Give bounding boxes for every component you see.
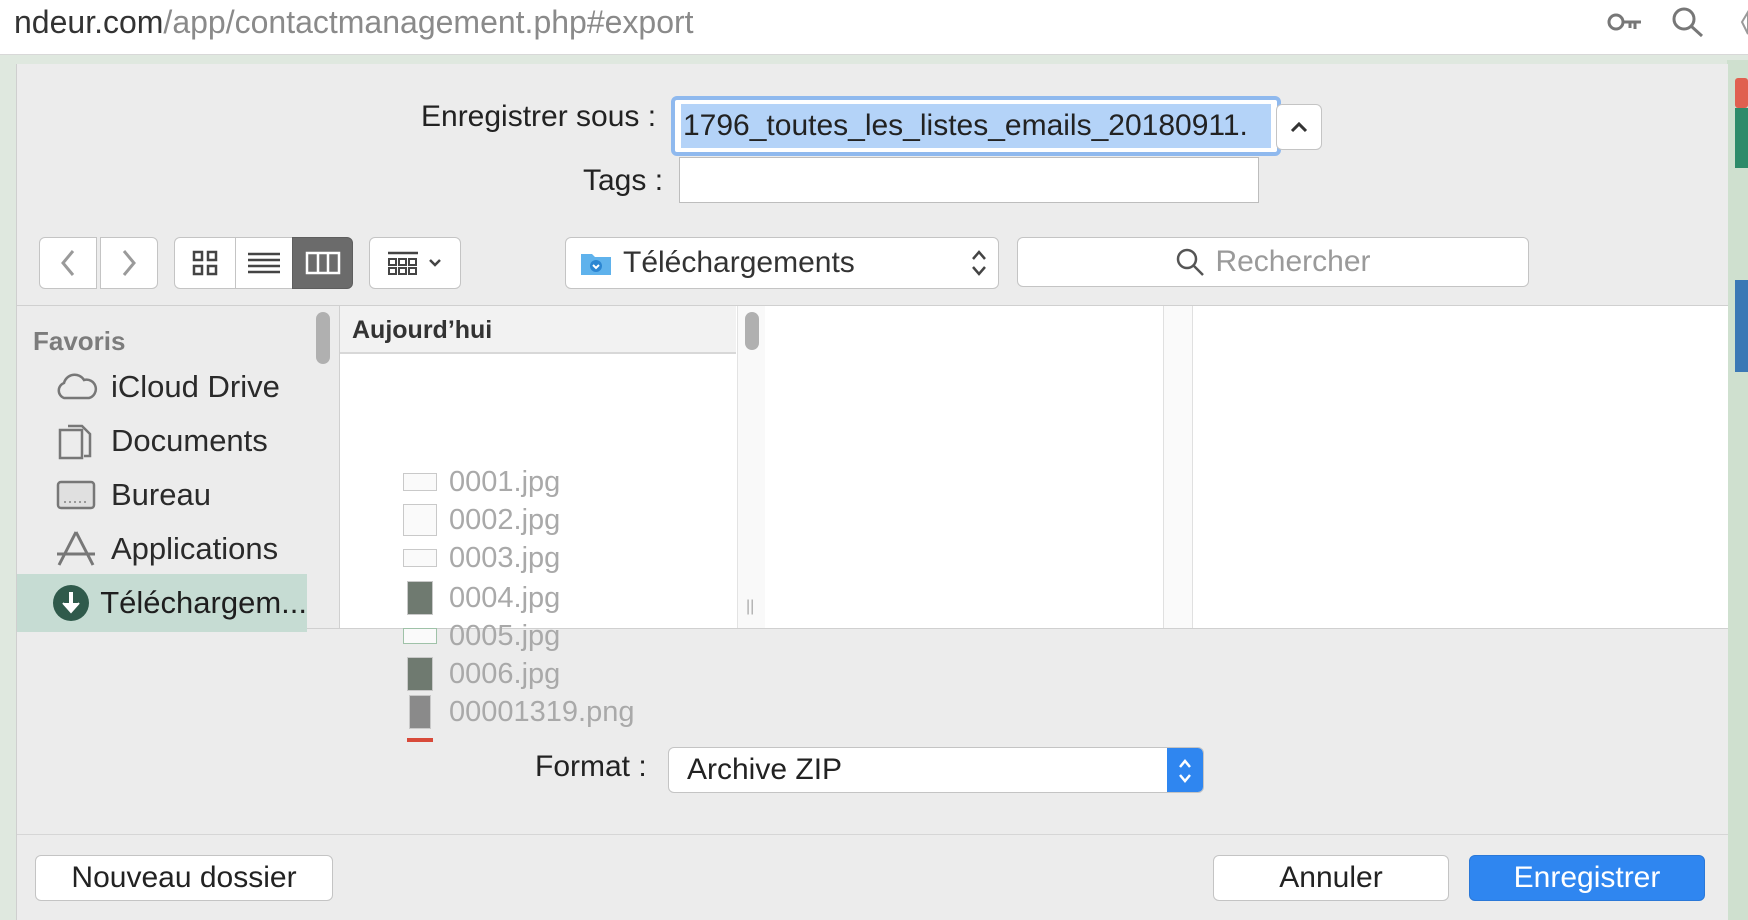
format-popup-stepper — [1167, 748, 1203, 792]
file-name: 00001319.png — [449, 695, 635, 728]
filename-field[interactable]: 1796_toutes_les_listes_emails_20180911. — [671, 96, 1281, 156]
file-name: 0006.jpg — [449, 657, 561, 690]
file-name: 0004.jpg — [449, 581, 561, 614]
save-label: Enregistrer — [1513, 861, 1661, 894]
list-item[interactable]: 0006.jpg — [403, 654, 560, 694]
new-folder-button[interactable]: Nouveau dossier — [35, 855, 333, 901]
column-header: Aujourd’hui — [340, 306, 736, 354]
footer-divider — [17, 834, 1728, 835]
url-domain: ndeur.com — [14, 4, 164, 40]
up-down-arrows-icon — [972, 250, 986, 276]
image-thumbnail-icon — [403, 504, 437, 536]
list-item[interactable]: 00001319.png — [403, 692, 634, 732]
url-path: /app/contactmanagement.php#export — [163, 4, 694, 40]
sidebar-item-label: Bureau — [111, 477, 211, 512]
sidebar: Favoris iCloud Drive Documents Bureau Ap… — [17, 306, 340, 632]
file-column-scrollbar-track[interactable]: || — [737, 306, 766, 628]
group-icon — [388, 251, 418, 275]
tags-label: Tags : — [583, 164, 664, 197]
search-placeholder: Rechercher — [1215, 245, 1371, 278]
sidebar-item-label: iCloud Drive — [111, 369, 280, 404]
chevron-up-icon — [1290, 121, 1308, 133]
list-item[interactable]: 0001.jpg — [403, 462, 560, 502]
cancel-button[interactable]: Annuler — [1213, 855, 1449, 901]
chevron-left-icon — [61, 250, 75, 276]
format-label: Format : — [535, 750, 647, 783]
browser-toolbar: ndeur.com/app/contactmanagement.php#expo… — [0, 0, 1748, 55]
filename-value: 1796_toutes_les_listes_emails_20180911. — [683, 109, 1248, 142]
image-thumbnail-icon — [407, 581, 433, 615]
column-gutter — [1164, 306, 1193, 628]
grid-icon — [192, 250, 218, 276]
column-resize-handle[interactable]: || — [746, 598, 754, 616]
image-thumbnail-icon — [407, 657, 433, 691]
format-popup[interactable]: Archive ZIP — [668, 747, 1204, 793]
sidebar-scrollbar[interactable] — [316, 312, 330, 364]
partial-file-icon — [407, 738, 433, 742]
empty-column-2 — [765, 306, 1164, 628]
sidebar-item-label: Téléchargem... — [100, 585, 307, 620]
column-view-button[interactable] — [292, 237, 353, 289]
sidebar-item-label: Documents — [111, 423, 268, 458]
list-item[interactable]: 0003.jpg — [403, 538, 560, 578]
empty-column-3 — [1193, 306, 1728, 628]
sidebar-item-label: Applications — [111, 531, 279, 566]
search-field[interactable]: Rechercher — [1017, 237, 1529, 287]
list-view-button[interactable] — [235, 237, 293, 289]
downloads-folder-icon — [581, 254, 611, 275]
key-icon[interactable] — [1607, 10, 1643, 39]
tags-field[interactable] — [679, 157, 1259, 203]
list-item[interactable]: 0004.jpg — [403, 578, 560, 618]
file-name: 0003.jpg — [449, 541, 561, 574]
save-as-label: Enregistrer sous : — [421, 100, 657, 133]
new-folder-label: Nouveau dossier — [71, 861, 297, 894]
page-background-edge — [1727, 60, 1748, 920]
sidebar-item-icloud[interactable]: iCloud Drive — [17, 358, 340, 416]
sidebar-item-documents[interactable]: Documents — [17, 412, 340, 470]
forward-button[interactable] — [100, 237, 158, 289]
image-thumbnail-icon — [409, 695, 431, 729]
location-popup[interactable]: Téléchargements — [565, 237, 999, 289]
collapse-dialog-button[interactable] — [1276, 104, 1322, 150]
file-column-scrollbar[interactable] — [745, 312, 759, 350]
column-header-label: Aujourd’hui — [352, 316, 493, 344]
back-button[interactable] — [39, 237, 97, 289]
format-value: Archive ZIP — [687, 753, 843, 786]
up-down-arrows-icon — [1179, 759, 1191, 783]
sidebar-item-desktop[interactable]: Bureau — [17, 466, 340, 524]
cancel-label: Annuler — [1279, 861, 1383, 894]
search-icon — [1177, 248, 1205, 276]
icon-view-button[interactable] — [174, 237, 236, 289]
documents-icon — [41, 422, 111, 460]
browser-area: Favoris iCloud Drive Documents Bureau Ap… — [17, 305, 1728, 632]
list-item[interactable]: 0002.jpg — [403, 500, 560, 540]
image-thumbnail-icon — [403, 549, 437, 567]
file-name: 0005.jpg — [449, 619, 561, 652]
file-name: 0002.jpg — [449, 503, 561, 536]
chevron-down-icon — [429, 259, 441, 267]
sidebar-section-title: Favoris — [33, 326, 126, 356]
location-label: Téléchargements — [623, 246, 855, 279]
magnifier-icon[interactable] — [1671, 6, 1705, 43]
cloud-icon — [41, 372, 111, 402]
sidebar-item-applications[interactable]: Applications — [17, 520, 340, 578]
list-item[interactable]: 0005.jpg — [403, 616, 560, 656]
file-name: 0001.jpg — [449, 465, 561, 498]
image-thumbnail-icon — [403, 473, 437, 491]
list-icon — [248, 252, 280, 274]
chevron-right-icon — [122, 250, 136, 276]
desktop-icon — [41, 479, 111, 511]
image-thumbnail-icon — [403, 628, 437, 644]
save-button[interactable]: Enregistrer — [1469, 855, 1705, 901]
downloads-icon — [41, 583, 100, 623]
save-dialog: Enregistrer sous : 1796_toutes_les_liste… — [16, 64, 1728, 920]
address-bar[interactable]: ndeur.com/app/contactmanagement.php#expo… — [14, 4, 694, 41]
bookmark-star-icon[interactable] — [1732, 8, 1748, 43]
applications-icon — [41, 530, 111, 568]
sidebar-item-downloads[interactable]: Téléchargem... — [17, 574, 307, 632]
columns-icon — [305, 251, 340, 275]
group-by-button[interactable] — [369, 237, 461, 289]
